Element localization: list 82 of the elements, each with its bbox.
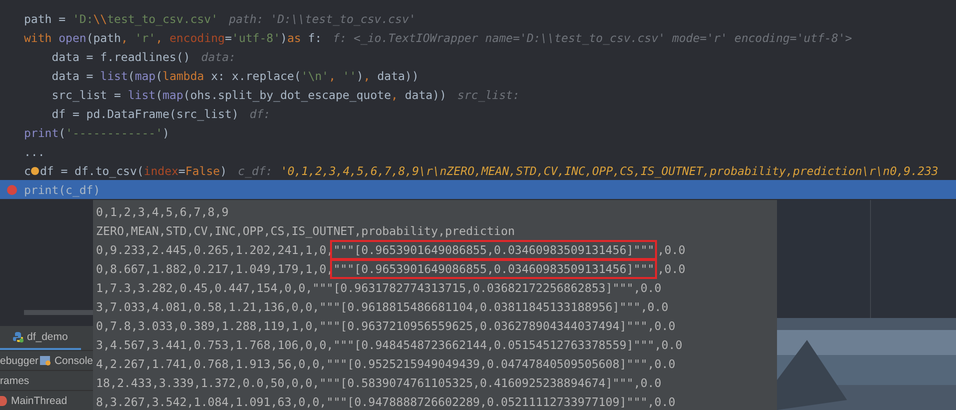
code-token: f:: [306, 30, 322, 44]
scrollbar[interactable]: [24, 310, 93, 315]
highlighted-text: """[0.9653901649086855,0.03460983509131456]""": [333, 262, 654, 276]
code-token: ,: [391, 88, 399, 102]
console-icon: [40, 355, 52, 366]
output-text: 0,9.233,2.445,0.265,1.202,241,1,0,: [96, 242, 334, 256]
code-token: data = f.readlines(): [50, 50, 190, 64]
code-token: df = pd.DataFrame(src_list): [50, 106, 239, 120]
output-text: ,0.0: [657, 262, 686, 276]
code-token: ): [162, 126, 170, 140]
code-token: ...: [24, 144, 45, 158]
output-text: 4,2.267,1.741,0.768,1.913,56,0,0,"""[0.9525215949049439,0.04747840509505608]""",0.0: [96, 356, 676, 370]
code-token: ): [280, 30, 288, 44]
code-token: (: [58, 126, 66, 140]
code-token: data)): [404, 88, 446, 102]
code-token: list: [128, 88, 156, 102]
code-token: index: [144, 164, 178, 178]
inline-value-hint: path: 'D:\\test_to_csv.csv': [228, 12, 416, 26]
inline-value-hint: data:: [201, 50, 236, 64]
inline-value-hint: src_list:: [457, 88, 520, 102]
code-token: ): [356, 68, 364, 82]
code-token: test_to_csv.csv': [107, 12, 218, 26]
output-text: 1,7.3,3.282,0.45,0.447,154,0,0,"""[0.9631782774313715,0.03682172256862853]""",0.0: [96, 280, 662, 294]
code-token: map: [162, 88, 184, 102]
code-token: 'utf-8': [232, 30, 280, 44]
code-token: open: [58, 30, 86, 44]
breakpoint-icon[interactable]: [7, 184, 17, 194]
code-token: as: [287, 30, 302, 44]
thread-icon: [0, 396, 7, 406]
code-token: ,: [156, 30, 164, 44]
output-text: 0,7.8,3.033,0.389,1.288,119,1,0,"""[0.9637210956559625,0.036278904344037494]""",0.0: [96, 318, 676, 332]
code-token: map: [134, 68, 156, 82]
code-token: '': [342, 68, 356, 82]
code-token: x: x.replace(: [210, 68, 302, 82]
code-token: (: [156, 88, 162, 102]
code-token: src_list =: [50, 88, 122, 102]
code-token: (ohs.split_by_dot_escape_quote: [183, 88, 391, 102]
panel-tab[interactable]: ebugger: [0, 354, 39, 366]
code-token: =: [178, 164, 186, 178]
code-token: print: [24, 126, 59, 140]
code-token: path =: [24, 12, 67, 26]
code-token: 'r': [134, 30, 156, 44]
code-token: df = df.to_csv(: [40, 164, 144, 178]
output-text: 8,3.267,3.542,1.084,1.091,63,0,0,"""[0.9478888726602289,0.05211112733977109]""",0.0: [96, 394, 676, 408]
output-text: ZERO,MEAN,STD,CV,INC,OPP,CS,IS_OUTNET,probability,prediction: [96, 224, 515, 238]
code-token: \\: [93, 12, 108, 26]
inline-value-hint: c_df:: [238, 164, 273, 178]
session-tab[interactable]: df_demo: [0, 326, 81, 350]
code-token: data)): [377, 68, 419, 82]
panel-tab[interactable]: Console: [40, 354, 93, 366]
output-text: 3,4.567,3.441,0.753,1.768,106,0,0,"""[0.9484548723662144,0.05154512763378559]""",0.0: [96, 338, 682, 352]
output-text: 0,1,2,3,4,5,6,7,8,9: [96, 204, 229, 218]
code-token: c: [24, 164, 31, 178]
code-token: ,: [328, 68, 337, 82]
code-token: print(c_df): [24, 182, 100, 196]
output-text: 3,7.033,4.081,0.58,1.21,136,0,0,"""[0.9618815486681104,0.03811845133188956]""",0.0: [96, 300, 668, 314]
code-token: '\n': [301, 68, 329, 82]
frames-label: rames: [0, 374, 30, 386]
output-text: 0,8.667,1.882,0.217,1.049,179,1,0,: [96, 262, 334, 276]
code-token: lambda: [162, 68, 204, 82]
code-token: ): [220, 164, 227, 178]
inline-value-hint: f: <_io.TextIOWrapper name='D:\\test_to_csv.csv' mode='r' encoding='utf-8'>: [332, 30, 852, 44]
code-token: (path: [86, 30, 121, 44]
output-text: ,0.0: [657, 242, 686, 256]
code-token: '------------': [66, 126, 162, 140]
code-token: (: [128, 68, 135, 82]
highlighted-text: """[0.9653901649086855,0.03460983509131456]""": [333, 242, 654, 256]
code-token: False: [185, 164, 220, 178]
inline-value-hint: df:: [250, 106, 270, 120]
code-token: 'D:: [72, 12, 94, 26]
code-token: =: [224, 30, 232, 44]
code-token: list: [100, 68, 128, 82]
code-token: (: [156, 68, 163, 82]
python-icon: [12, 331, 24, 343]
execution-point-icon: [31, 166, 40, 174]
code-token: with: [24, 30, 53, 44]
code-token: ,: [363, 68, 372, 82]
inline-value-hint: '0,1,2,3,4,5,6,7,8,9\r\nZERO,MEAN,STD,CV,INC,OPP,CS,IS_OUTNET,probability,prediction\r\n0,9.233: [280, 164, 938, 178]
code-token: encoding: [169, 30, 225, 44]
code-token: data =: [50, 68, 94, 82]
code-token: ,: [120, 30, 129, 44]
output-text: 18,2.433,3.339,1.372,0.0,50,0,0,"""[0.5839074761105325,0.4160925238894674]""",0.0: [96, 376, 662, 390]
